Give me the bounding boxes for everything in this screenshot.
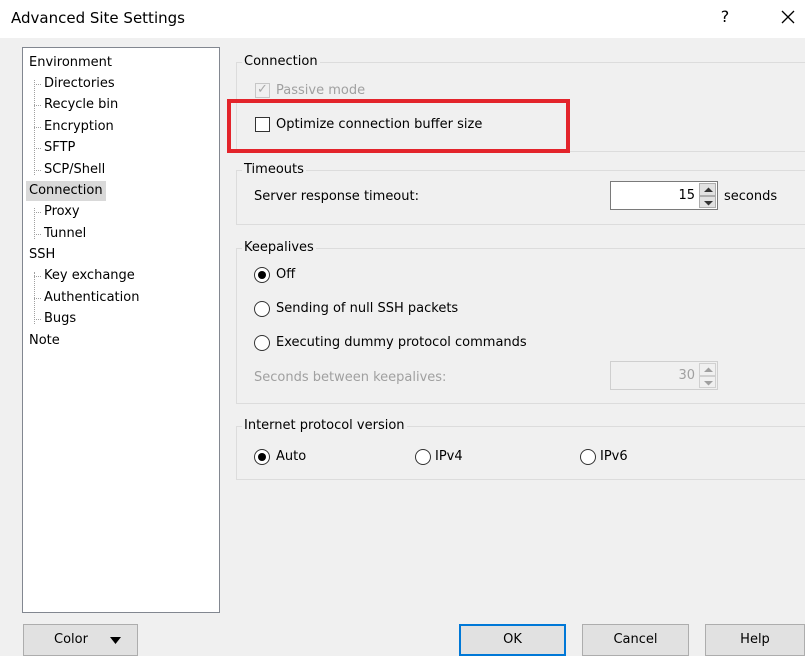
ip-auto-label[interactable]: Auto (276, 448, 306, 466)
window-title: Advanced Site Settings (11, 9, 185, 27)
tree-item-note[interactable]: Note (29, 331, 60, 351)
color-button-label: Color (54, 632, 88, 647)
tree-item-directories[interactable]: Directories (44, 74, 115, 94)
stepper-down-icon[interactable] (699, 375, 716, 388)
ipv6-radio[interactable] (580, 449, 596, 465)
tree-connector (34, 105, 41, 106)
settings-tree[interactable]: Environment Directories Recycle bin Encr… (22, 47, 220, 613)
passive-mode-label: Passive mode (276, 83, 366, 98)
ipv4-radio[interactable] (415, 449, 431, 465)
keepalive-dummy-commands-label[interactable]: Executing dummy protocol commands (276, 334, 527, 352)
stepper-up-icon[interactable] (699, 183, 716, 196)
tree-item-tunnel[interactable]: Tunnel (44, 224, 86, 244)
help-button[interactable]: Help (705, 624, 805, 656)
color-button[interactable]: Color (23, 624, 138, 656)
tree-connector (34, 84, 41, 85)
connection-group-title: Connection (242, 54, 320, 70)
keepalive-off-radio[interactable] (254, 267, 270, 283)
tree-item-ssh[interactable]: SSH (29, 245, 55, 265)
passive-mode-checkbox[interactable]: ✓ (255, 82, 270, 98)
seconds-between-keepalives-label: Seconds between keepalives: (254, 370, 447, 385)
tree-connector (34, 127, 41, 128)
ipv6-label[interactable]: IPv6 (600, 448, 628, 466)
keepalive-dummy-commands-radio[interactable] (254, 335, 270, 351)
seconds-unit-label: seconds (724, 189, 778, 204)
annotation-highlight-box (227, 99, 570, 153)
tree-connector (34, 148, 41, 149)
keepalive-null-packets-radio[interactable] (254, 301, 270, 317)
tree-item-connection[interactable]: Connection (26, 181, 106, 201)
ip-auto-radio[interactable] (254, 449, 270, 465)
title-bar: Advanced Site Settings ? (0, 0, 805, 38)
close-icon[interactable] (776, 5, 800, 29)
cancel-button[interactable]: Cancel (582, 624, 689, 656)
tree-item-scp-shell[interactable]: SCP/Shell (44, 160, 105, 180)
checkmark-icon: ✓ (257, 82, 268, 97)
server-response-timeout-value[interactable]: 15 (678, 187, 695, 205)
stepper-buttons (699, 183, 716, 208)
tree-item-recycle-bin[interactable]: Recycle bin (44, 95, 118, 115)
stepper-down-icon[interactable] (699, 195, 716, 208)
keepalive-off-label[interactable]: Off (276, 266, 295, 284)
stepper-up-icon[interactable] (699, 363, 716, 376)
keepalive-null-packets-label[interactable]: Sending of null SSH packets (276, 300, 458, 318)
server-response-timeout-label: Server response timeout: (254, 189, 419, 204)
tree-connector (34, 276, 41, 277)
seconds-between-keepalives-stepper[interactable]: 30 (610, 361, 718, 390)
ipv4-label[interactable]: IPv4 (435, 448, 463, 466)
keepalives-group-title: Keepalives (242, 240, 316, 256)
ip-version-group-title: Internet protocol version (242, 418, 407, 434)
tree-connector (34, 234, 41, 235)
dropdown-arrow-icon (110, 637, 121, 644)
tree-item-authentication[interactable]: Authentication (44, 288, 139, 308)
tree-item-sftp[interactable]: SFTP (44, 138, 75, 158)
server-response-timeout-stepper[interactable]: 15 (610, 181, 718, 210)
tree-item-proxy[interactable]: Proxy (44, 202, 80, 222)
tree-item-key-exchange[interactable]: Key exchange (44, 266, 135, 286)
tree-item-bugs[interactable]: Bugs (44, 309, 76, 329)
tree-item-environment[interactable]: Environment (29, 53, 112, 73)
tree-connector (34, 319, 41, 320)
help-title-button[interactable]: ? (714, 7, 736, 26)
timeouts-group-title: Timeouts (242, 162, 306, 178)
ok-button[interactable]: OK (459, 624, 566, 656)
ip-version-group (236, 426, 805, 480)
stepper-buttons (699, 363, 716, 388)
tree-connector (34, 170, 41, 171)
tree-connector (34, 298, 41, 299)
tree-connector (34, 212, 41, 213)
seconds-between-keepalives-value[interactable]: 30 (678, 367, 695, 385)
tree-item-encryption[interactable]: Encryption (44, 117, 114, 137)
